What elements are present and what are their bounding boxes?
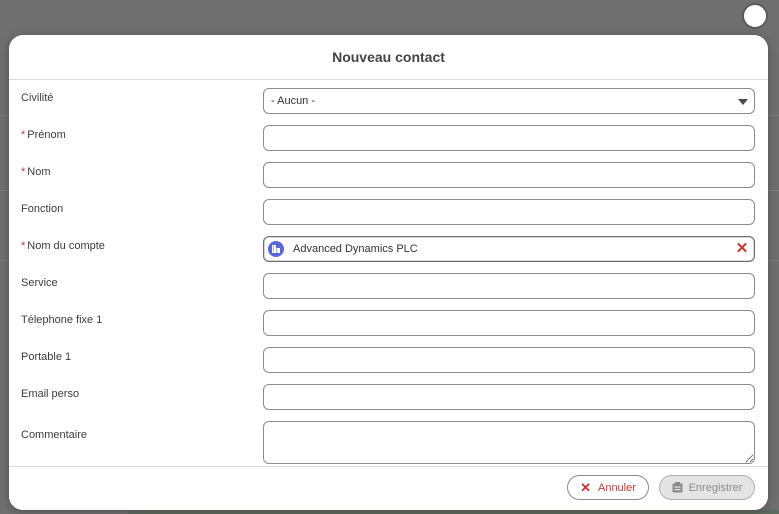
caret-down-icon bbox=[738, 99, 748, 105]
commentaire-row: Commentaire bbox=[9, 421, 768, 466]
email-label: Email perso bbox=[21, 388, 80, 400]
account-icon bbox=[268, 241, 284, 257]
commentaire-label: Commentaire bbox=[21, 429, 88, 441]
service-row: Service bbox=[9, 273, 768, 310]
nom-du-compte-label: * Nom du compte bbox=[21, 240, 105, 252]
portable-input[interactable] bbox=[263, 347, 755, 373]
service-label: Service bbox=[21, 277, 58, 289]
cancel-label: Annuler bbox=[597, 481, 636, 494]
email-row: Email perso bbox=[9, 384, 768, 421]
selected-account-name: Advanced Dynamics PLC bbox=[293, 243, 418, 255]
save-icon bbox=[672, 482, 683, 493]
telephone-input[interactable] bbox=[263, 310, 755, 336]
civilite-row: Civilité - Aucun - bbox=[9, 88, 768, 125]
prenom-input[interactable] bbox=[263, 125, 755, 151]
portable-label: Portable 1 bbox=[21, 351, 72, 363]
account-lookup-field[interactable]: Advanced Dynamics PLC ✕ bbox=[263, 236, 755, 262]
email-input[interactable] bbox=[263, 384, 755, 410]
modal-footer: ✕ Annuler Enregistrer bbox=[9, 466, 768, 510]
modal-header: Nouveau contact bbox=[9, 35, 768, 80]
telephone-row: Télephone fixe 1 bbox=[9, 310, 768, 347]
background-strip bbox=[128, 510, 779, 514]
required-marker: * bbox=[21, 129, 26, 141]
nom-input[interactable] bbox=[263, 162, 755, 188]
new-contact-modal: Nouveau contact Civilité - Aucun - * Prén… bbox=[9, 35, 768, 510]
save-button[interactable]: Enregistrer bbox=[659, 475, 755, 500]
close-icon: ✕ bbox=[580, 479, 591, 495]
modal-body[interactable]: Civilité - Aucun - * Prénom * Nom Fonction… bbox=[9, 80, 768, 466]
fonction-row: Fonction bbox=[9, 199, 768, 236]
save-label: Enregistrer bbox=[688, 481, 743, 494]
nom-du-compte-row: * Nom du compte Advanced Dynamics PLC ✕ bbox=[9, 236, 768, 273]
civilite-select[interactable]: - Aucun - bbox=[263, 88, 755, 114]
close-modal-button[interactable] bbox=[742, 3, 768, 29]
modal-title: Nouveau contact bbox=[332, 49, 445, 65]
nom-label: * Nom bbox=[21, 166, 51, 178]
cancel-button[interactable]: ✕ Annuler bbox=[567, 475, 649, 500]
civilite-selected-value: - Aucun - bbox=[271, 95, 316, 107]
portable-row: Portable 1 bbox=[9, 347, 768, 384]
nom-row: * Nom bbox=[9, 162, 768, 199]
telephone-label: Télephone fixe 1 bbox=[21, 314, 103, 326]
prenom-row: * Prénom bbox=[9, 125, 768, 162]
close-icon[interactable]: ✕ bbox=[735, 241, 749, 256]
fonction-label: Fonction bbox=[21, 203, 64, 215]
service-input[interactable] bbox=[263, 273, 755, 299]
prenom-label: * Prénom bbox=[21, 129, 66, 141]
fonction-input[interactable] bbox=[263, 199, 755, 225]
commentaire-textarea[interactable] bbox=[263, 421, 755, 464]
required-marker: * bbox=[21, 240, 26, 252]
civilite-label: Civilité bbox=[21, 92, 54, 104]
required-marker: * bbox=[21, 166, 26, 178]
